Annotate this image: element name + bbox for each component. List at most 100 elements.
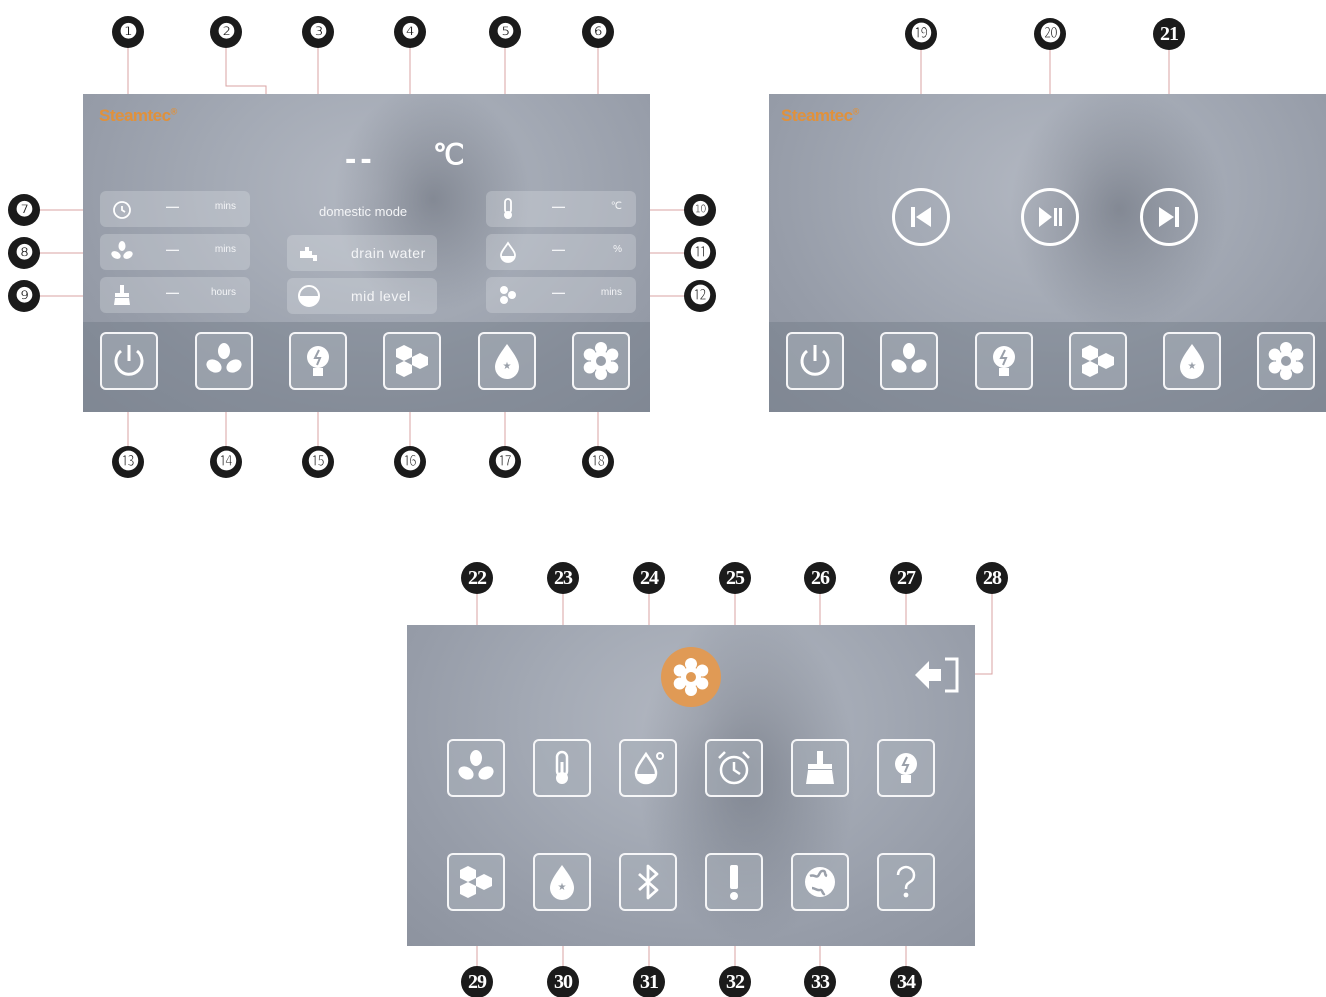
broom-icon	[114, 285, 130, 305]
aroma-icon	[500, 286, 516, 304]
essence-bottle-icon: ★	[550, 865, 574, 900]
water-level-icon	[298, 285, 320, 307]
broom-icon	[806, 751, 834, 784]
temperature-row[interactable]: — ℃	[486, 191, 636, 227]
temperature-display: --	[345, 140, 376, 178]
fan-icon	[891, 343, 927, 373]
essence-settings-button[interactable]: ★	[533, 853, 591, 911]
humidity-row[interactable]: — %	[486, 234, 636, 270]
settings-button[interactable]	[572, 332, 630, 390]
previous-track-button[interactable]	[892, 188, 950, 246]
callout-badge: ⓱	[489, 446, 521, 478]
drain-water-button[interactable]: drain water	[287, 235, 437, 271]
clean-timer-row[interactable]: — hours	[100, 277, 250, 313]
exit-icon	[915, 657, 959, 693]
callout-badge: ❼	[8, 194, 40, 226]
gear-icon	[673, 658, 709, 696]
callout-badge: 24	[633, 562, 665, 594]
callout-badge: 34	[890, 966, 922, 997]
power-icon	[800, 345, 830, 376]
humidity-value: —	[552, 242, 565, 257]
help-settings-button[interactable]	[877, 853, 935, 911]
aroma-button[interactable]	[383, 332, 441, 390]
humidity-settings-button[interactable]	[619, 739, 677, 797]
next-track-button[interactable]	[1140, 188, 1198, 246]
temperature-value: —	[552, 199, 565, 214]
play-pause-button[interactable]	[1021, 188, 1079, 246]
callout-badge: 30	[547, 966, 579, 997]
light-settings-button[interactable]	[877, 739, 935, 797]
humidity-drop-icon	[634, 751, 664, 785]
light-bulb-icon	[307, 346, 329, 376]
fan-button[interactable]	[195, 332, 253, 390]
callout-badge: 28	[976, 562, 1008, 594]
callout-badge: ⓲	[582, 446, 614, 478]
brand-logo: Steamtec®	[99, 106, 177, 125]
temperature-unit[interactable]: ℃	[433, 138, 464, 171]
callout-badge: 31	[633, 966, 665, 997]
bottom-toolbar: ★	[83, 322, 650, 412]
aroma-icon	[396, 345, 428, 377]
callout-badge: ⓰	[394, 446, 426, 478]
temperature-settings-button[interactable]	[533, 739, 591, 797]
fan-settings-button[interactable]	[447, 739, 505, 797]
help-icon	[896, 865, 916, 898]
humidity-drop-icon	[500, 241, 516, 263]
water-level-indicator[interactable]: mid level	[287, 278, 437, 314]
callout-badge: ❺	[489, 16, 521, 48]
callout-badge: 29	[461, 966, 493, 997]
settings-button[interactable]	[1257, 332, 1315, 390]
callout-badge: ❶	[112, 16, 144, 48]
exclamation-icon	[730, 865, 738, 900]
clean-settings-button[interactable]	[791, 739, 849, 797]
aroma-button[interactable]	[1069, 332, 1127, 390]
language-settings-button[interactable]	[791, 853, 849, 911]
alarm-clock-icon	[113, 201, 131, 219]
fan-icon	[111, 241, 133, 259]
essence-bottle-icon: ★	[1180, 344, 1204, 379]
clean-timer-unit: hours	[210, 287, 236, 298]
music-screen: Steamtec® ★	[769, 94, 1326, 412]
essence-button[interactable]: ★	[1163, 332, 1221, 390]
bottom-toolbar: ★	[769, 322, 1326, 412]
fan-icon	[206, 343, 242, 373]
play-pause-icon	[1039, 207, 1062, 227]
power-button[interactable]	[786, 332, 844, 390]
thermometer-icon	[555, 750, 569, 784]
timer-row[interactable]: — mins	[100, 191, 250, 227]
gear-icon	[583, 342, 619, 380]
callout-badge: ❹	[394, 16, 426, 48]
previous-track-icon	[911, 207, 931, 227]
callout-badge: ❸	[302, 16, 334, 48]
water-level-label: mid level	[351, 288, 411, 304]
timer-value: —	[166, 199, 179, 214]
bluetooth-settings-button[interactable]	[619, 853, 677, 911]
callout-badge: ⓳	[905, 18, 937, 50]
aroma-settings-button[interactable]	[447, 853, 505, 911]
callout-badge: ❷	[210, 16, 242, 48]
mode-label[interactable]: domestic mode	[319, 204, 407, 219]
fan-timer-row[interactable]: — mins	[100, 234, 250, 270]
globe-icon	[805, 867, 835, 897]
fan-button[interactable]	[880, 332, 938, 390]
aroma-icon	[1082, 345, 1114, 377]
callout-badge: 21	[1153, 18, 1185, 50]
callout-badge: ⓬	[684, 280, 716, 312]
essence-button[interactable]: ★	[478, 332, 536, 390]
power-button[interactable]	[100, 332, 158, 390]
fan-icon	[458, 750, 494, 780]
svg-text:★: ★	[1188, 361, 1197, 372]
callout-badge: ❿	[684, 194, 716, 226]
callout-badge: 25	[719, 562, 751, 594]
exit-button[interactable]	[911, 653, 963, 697]
bluetooth-icon	[638, 864, 659, 900]
aroma-row[interactable]: — mins	[486, 277, 636, 313]
light-bulb-icon	[993, 346, 1015, 376]
light-button[interactable]	[289, 332, 347, 390]
callout-badge: ❾	[8, 280, 40, 312]
light-button[interactable]	[975, 332, 1033, 390]
alerts-settings-button[interactable]	[705, 853, 763, 911]
fan-timer-unit: mins	[214, 244, 236, 255]
timer-settings-button[interactable]	[705, 739, 763, 797]
drain-water-label: drain water	[351, 245, 426, 261]
